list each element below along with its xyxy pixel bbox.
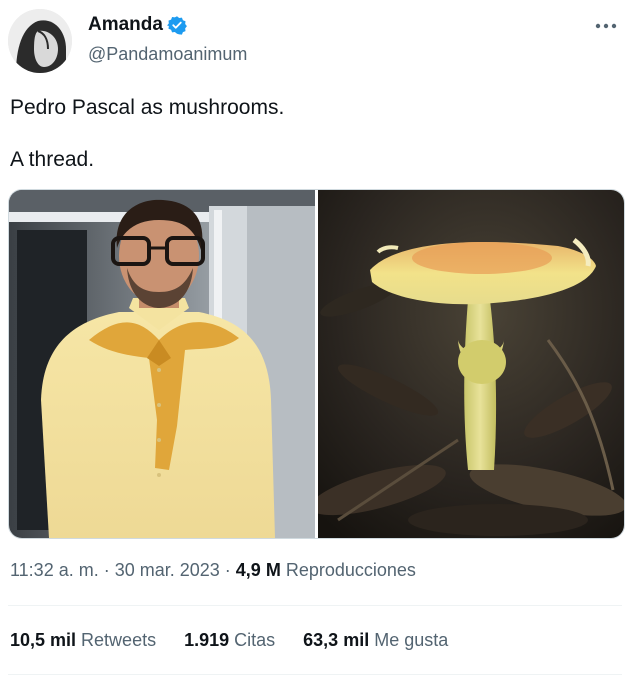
likes-count: 63,3 mil	[303, 630, 370, 650]
more-options-icon[interactable]	[592, 14, 620, 38]
divider	[8, 605, 622, 606]
meta-separator: ·	[219, 560, 236, 580]
views-count: 4,9 M	[235, 560, 281, 580]
media-grid	[8, 189, 625, 539]
tweet-text-line-2: A thread.	[10, 148, 95, 171]
retweets-count: 10,5 mil	[10, 630, 77, 650]
divider	[8, 674, 622, 675]
retweets-stat[interactable]: 10,5 mil Retweets	[10, 630, 156, 651]
quotes-label: Citas	[229, 630, 276, 650]
tweet-text-line-1: Pedro Pascal as mushrooms.	[10, 96, 285, 119]
tweet-meta: 11:32 a. m. · 30 mar. 2023 · 4,9 M Repro…	[10, 560, 416, 581]
retweets-label: Retweets	[76, 630, 157, 650]
verified-badge-icon	[167, 15, 187, 35]
author-name-row[interactable]: Amanda	[88, 14, 187, 36]
likes-label: Me gusta	[369, 630, 449, 650]
media-image-person[interactable]	[9, 190, 315, 538]
media-image-mushroom[interactable]	[310, 190, 624, 538]
tweet-date[interactable]: 30 mar. 2023	[115, 560, 220, 580]
quotes-count: 1.919	[184, 630, 230, 650]
tweet-stats: 10,5 mil Retweets 1.919 Citas 63,3 mil M…	[10, 630, 448, 651]
quotes-stat[interactable]: 1.919 Citas	[184, 630, 275, 651]
author-name[interactable]: Amanda	[88, 14, 163, 36]
views-label: Reproducciones	[280, 560, 416, 580]
avatar[interactable]	[8, 9, 72, 73]
likes-stat[interactable]: 63,3 mil Me gusta	[303, 630, 448, 651]
author-handle[interactable]: @Pandamoanimum	[88, 44, 247, 65]
tweet-time[interactable]: 11:32 a. m.	[10, 560, 99, 580]
meta-separator: ·	[98, 560, 115, 580]
